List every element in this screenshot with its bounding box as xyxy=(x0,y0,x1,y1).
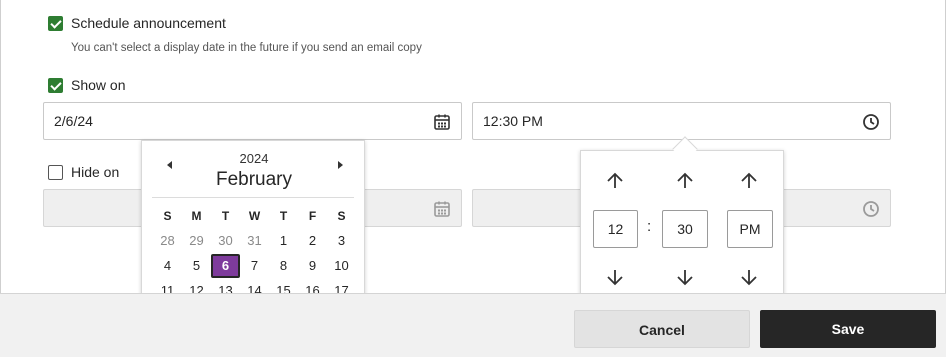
show-on-date-value: 2/6/24 xyxy=(54,113,93,129)
hour-down-icon[interactable] xyxy=(604,266,626,288)
hour-input[interactable]: 12 xyxy=(593,210,638,248)
period-down-icon[interactable] xyxy=(738,266,760,288)
minute-up-icon[interactable] xyxy=(674,170,696,192)
show-on-time-field[interactable]: 12:30 PM xyxy=(472,102,891,140)
calendar-day[interactable]: 1 xyxy=(269,229,298,253)
calendar-day[interactable]: 28 xyxy=(153,229,182,253)
weekday-header-row: S M T W T F S xyxy=(153,204,356,228)
calendar-day[interactable]: 29 xyxy=(182,229,211,253)
calendar-week-row: 28 29 30 31 1 2 3 xyxy=(153,229,356,253)
show-on-date-field[interactable]: 2/6/24 xyxy=(43,102,462,140)
weekday-label: W xyxy=(248,209,261,223)
weekday-label: S xyxy=(163,209,172,223)
calendar-day[interactable]: 4 xyxy=(153,254,182,278)
time-picker-popup: 12 : 30 PM xyxy=(580,150,784,300)
calendar-day[interactable]: 9 xyxy=(298,254,327,278)
show-on-checkbox[interactable] xyxy=(48,78,63,93)
period-up-icon[interactable] xyxy=(738,170,760,192)
hour-up-icon[interactable] xyxy=(604,170,626,192)
calendar-day[interactable]: 10 xyxy=(327,254,356,278)
dialog-footer: Cancel Save xyxy=(0,293,946,357)
calendar-day[interactable]: 7 xyxy=(240,254,269,278)
calendar-year: 2024 xyxy=(239,151,269,166)
time-separator: : xyxy=(647,218,652,235)
schedule-hint-text: You can't select a display date in the f… xyxy=(71,42,422,54)
calendar-week-row: 4 5 6 7 8 9 10 xyxy=(153,254,356,278)
calendar-grid: S M T W T F S 28 29 30 31 1 2 3 4 5 6 7 … xyxy=(153,204,356,299)
period-input[interactable]: PM xyxy=(727,210,773,248)
weekday-label: T xyxy=(279,209,288,223)
calendar-day-selected[interactable]: 6 xyxy=(211,254,240,278)
weekday-label: F xyxy=(308,209,317,223)
calendar-day[interactable]: 31 xyxy=(240,229,269,253)
schedule-announcement-label: Schedule announcement xyxy=(71,15,226,31)
clock-icon[interactable] xyxy=(862,113,880,131)
calendar-icon xyxy=(434,201,450,217)
calendar-day[interactable]: 30 xyxy=(211,229,240,253)
hide-on-checkbox[interactable] xyxy=(48,165,63,180)
date-picker-popup: 2024 February S M T W T F S 28 29 30 31 … xyxy=(141,140,365,300)
calendar-day[interactable]: 3 xyxy=(327,229,356,253)
calendar-divider xyxy=(152,197,354,198)
weekday-label: S xyxy=(337,209,346,223)
calendar-day[interactable]: 5 xyxy=(182,254,211,278)
hide-on-label: Hide on xyxy=(71,164,120,180)
weekday-label: M xyxy=(191,209,202,223)
weekday-label: T xyxy=(221,209,230,223)
schedule-announcement-checkbox[interactable] xyxy=(48,16,63,31)
calendar-month: February xyxy=(215,169,293,190)
show-on-time-value: 12:30 PM xyxy=(483,113,543,129)
minute-down-icon[interactable] xyxy=(674,266,696,288)
show-on-label: Show on xyxy=(71,77,126,93)
calendar-day[interactable]: 2 xyxy=(298,229,327,253)
calendar-icon[interactable] xyxy=(433,113,451,131)
cancel-button[interactable]: Cancel xyxy=(574,310,750,348)
save-button[interactable]: Save xyxy=(760,310,936,348)
triangle-right-icon[interactable] xyxy=(334,159,346,171)
minute-input[interactable]: 30 xyxy=(662,210,708,248)
clock-icon xyxy=(863,201,879,217)
calendar-day[interactable]: 8 xyxy=(269,254,298,278)
